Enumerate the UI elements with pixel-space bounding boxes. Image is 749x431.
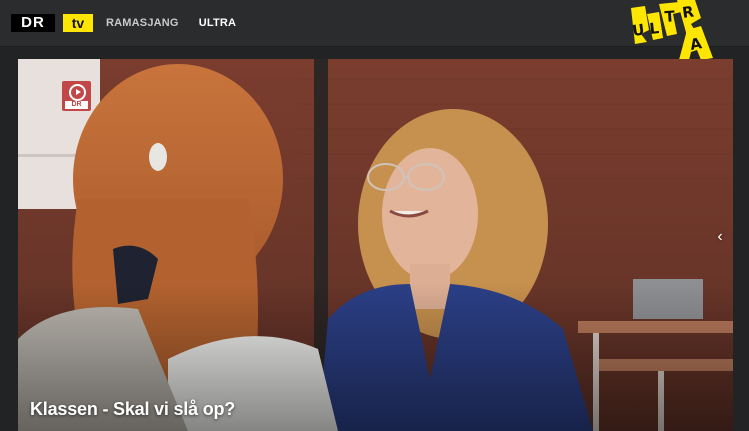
nav-item-ultra[interactable]: ULTRA (199, 17, 236, 29)
dr-logo-text: DR (11, 14, 55, 32)
ultra-brand-logo[interactable]: U L T R A (625, 0, 715, 60)
dr-channel-badge: DR (62, 81, 91, 111)
channel-badge-label: DR (65, 101, 88, 109)
main-nav: RAMASJANG ULTRA (106, 17, 236, 29)
nav-item-ramasjang[interactable]: RAMASJANG (106, 17, 179, 29)
chevron-left-icon[interactable]: ‹ (712, 227, 728, 247)
svg-text:T: T (664, 7, 676, 26)
svg-text:U: U (631, 20, 646, 40)
hero-title[interactable]: Klassen - Skal vi slå op? (30, 399, 235, 420)
featured-video-hero[interactable]: DR Klassen - Skal vi slå op? (18, 59, 733, 431)
hero-image (18, 59, 733, 431)
carousel-edge (733, 59, 749, 431)
tv-logo-text: tv (63, 14, 93, 32)
dr-tv-logo[interactable]: DR tv (11, 14, 93, 32)
play-circle-icon (69, 84, 86, 101)
